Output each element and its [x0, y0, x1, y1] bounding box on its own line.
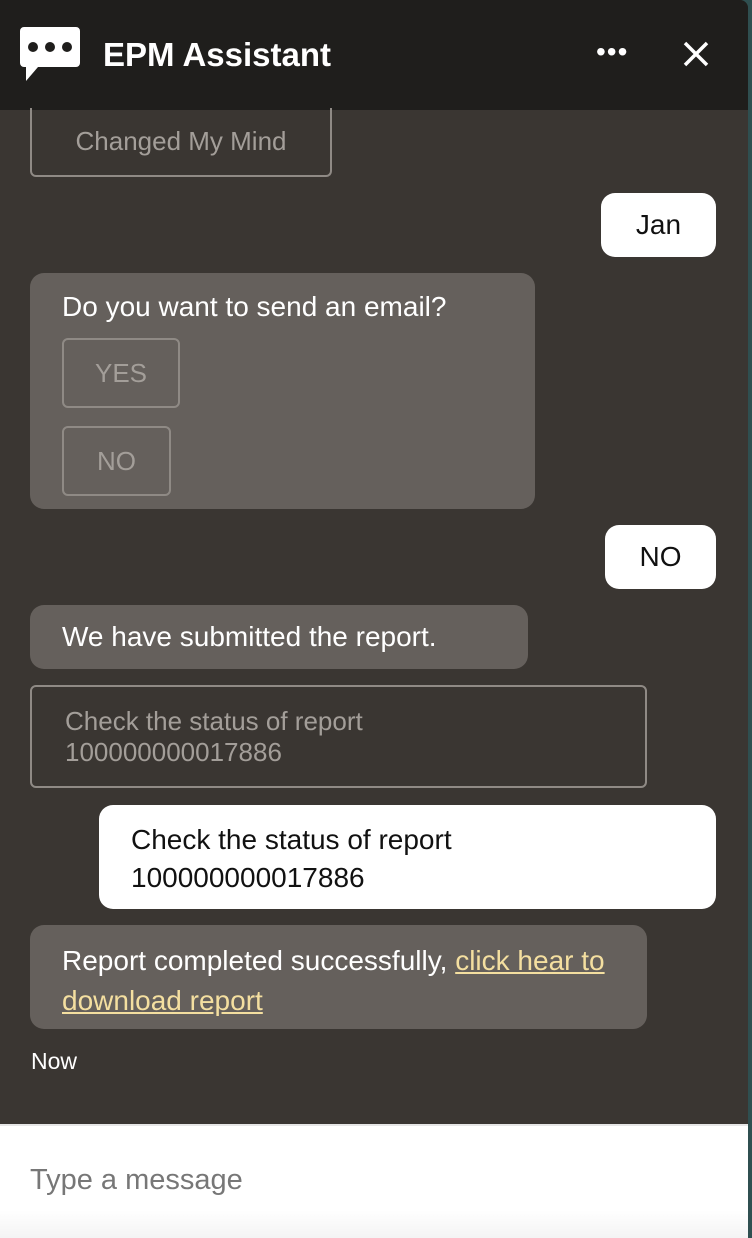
changed-my-mind-button[interactable]: Changed My Mind: [30, 108, 332, 177]
message-text: Report completed successfully,: [62, 945, 456, 976]
chat-window: EPM Assistant ••• Changed My Mind Jan Do…: [0, 0, 748, 1238]
no-button[interactable]: NO: [62, 426, 171, 496]
ellipsis-icon[interactable]: •••: [596, 36, 628, 68]
header: EPM Assistant •••: [0, 0, 748, 110]
timestamp: Now: [31, 1048, 78, 1074]
bot-message: We have submitted the report.: [30, 605, 528, 669]
email-question: Do you want to send an email?: [62, 291, 447, 322]
button-label: Check the status of report: [65, 705, 363, 736]
message-line: Check the status of report: [131, 824, 452, 855]
input-bar: [0, 1124, 748, 1238]
app-title: EPM Assistant: [103, 36, 332, 73]
bot-message: Report completed successfully, click hea…: [30, 925, 647, 1029]
check-status-button[interactable]: Check the status of report 1000000000178…: [30, 685, 647, 788]
message-line: 100000000017886: [131, 862, 365, 893]
bot-message: Do you want to send an email? YES NO: [30, 273, 535, 509]
chat-bubble-icon: [20, 27, 80, 81]
user-message: Check the status of report 1000000000178…: [99, 805, 716, 909]
button-label: 100000000017886: [65, 736, 282, 767]
message-input[interactable]: [30, 1164, 710, 1197]
yes-button[interactable]: YES: [62, 338, 180, 408]
user-message: Jan: [601, 193, 716, 257]
close-icon[interactable]: [680, 38, 712, 70]
user-message: NO: [605, 525, 716, 589]
